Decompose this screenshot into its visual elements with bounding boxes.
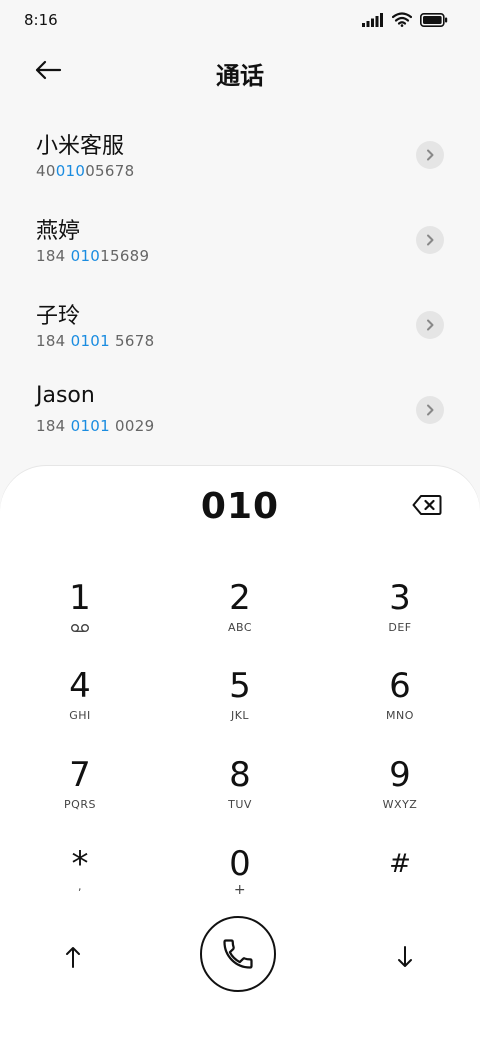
header: 通话 xyxy=(0,48,480,92)
number-prefix: 184 xyxy=(36,417,71,435)
number-match: 010 xyxy=(55,162,86,180)
number-suffix: 15689 xyxy=(100,247,150,265)
status-time: 8:16 xyxy=(24,11,58,29)
contact-name: Jason xyxy=(36,383,95,408)
key-digit: 7 xyxy=(69,755,91,795)
number-suffix: 0029 xyxy=(109,417,155,435)
number-suffix: 05678 xyxy=(85,162,135,180)
contact-item[interactable]: 小米客服 4001005678 xyxy=(0,124,480,209)
contact-item[interactable]: 燕婷 184 01015689 xyxy=(0,209,480,294)
key-digit: 1 xyxy=(69,578,91,618)
key-1[interactable]: 1 xyxy=(30,578,130,656)
contact-number: 184 0101 0029 xyxy=(36,417,154,435)
battery-icon xyxy=(420,12,448,27)
key-letters: WXYZ xyxy=(382,798,418,811)
key-7[interactable]: 7 PQRS xyxy=(30,755,130,833)
key-8[interactable]: 8 TUV xyxy=(190,755,290,833)
number-match: 0101 xyxy=(70,417,110,435)
chevron-right-icon xyxy=(427,319,434,331)
page-title: 通话 xyxy=(216,62,264,90)
key-digit: 2 xyxy=(229,578,251,618)
phone-icon xyxy=(223,939,253,969)
contact-name: 小米客服 xyxy=(36,134,125,159)
key-letters: , xyxy=(78,880,82,893)
arrow-up-icon xyxy=(66,947,80,968)
call-action-row xyxy=(0,916,480,998)
contact-detail-button[interactable] xyxy=(416,311,444,339)
key-4[interactable]: 4 GHI xyxy=(30,666,130,744)
key-0[interactable]: 0 + xyxy=(190,844,290,922)
contact-name: 子玲 xyxy=(36,304,81,329)
key-digit: # xyxy=(389,849,411,879)
status-bar: 8:16 xyxy=(0,0,480,40)
key-letters: GHI xyxy=(69,709,91,722)
key-digit: 8 xyxy=(229,755,251,795)
call-button[interactable] xyxy=(200,916,276,992)
number-match: 010 xyxy=(70,247,101,265)
contact-number: 184 0101 5678 xyxy=(36,332,154,350)
contact-number: 4001005678 xyxy=(36,162,134,180)
key-hash[interactable]: # xyxy=(350,844,450,922)
chevron-right-icon xyxy=(427,234,434,246)
contact-number: 184 01015689 xyxy=(36,247,149,265)
contact-item[interactable]: 子玲 184 0101 5678 xyxy=(0,294,480,379)
key-letters: JKL xyxy=(230,709,250,722)
key-letters: + xyxy=(233,882,247,898)
dialed-number-display: 010 xyxy=(200,486,280,527)
key-letters: DEF xyxy=(388,621,412,634)
key-letters: MNO xyxy=(386,709,414,722)
contact-detail-button[interactable] xyxy=(416,396,444,424)
key-9[interactable]: 9 WXYZ xyxy=(350,755,450,833)
key-digit: 0 xyxy=(229,844,251,884)
contact-name: 燕婷 xyxy=(36,219,81,244)
contact-detail-button[interactable] xyxy=(416,141,444,169)
key-digit: 9 xyxy=(389,755,411,795)
key-digit: 4 xyxy=(69,666,91,706)
dialpad-panel: 010 1 2 ABC 3 DEF 4 GHI 5 JKL 6 MNO 7 PQ… xyxy=(0,466,480,1040)
key-star[interactable]: * , xyxy=(30,844,130,922)
number-suffix: 5678 xyxy=(109,332,155,350)
backspace-button[interactable] xyxy=(412,494,442,518)
contact-detail-button[interactable] xyxy=(416,226,444,254)
scroll-down-button[interactable] xyxy=(390,942,420,972)
key-digit: 6 xyxy=(389,666,411,706)
wifi-icon xyxy=(392,12,412,27)
status-icons xyxy=(362,12,448,27)
scroll-up-button[interactable] xyxy=(58,942,88,972)
number-match: 0101 xyxy=(70,332,110,350)
contact-suggestion-list: 小米客服 4001005678 燕婷 184 01015689 子玲 184 0… xyxy=(0,124,480,464)
chevron-right-icon xyxy=(427,149,434,161)
arrow-down-icon xyxy=(398,946,412,967)
key-letters: ABC xyxy=(227,621,253,634)
signal-icon xyxy=(362,12,383,27)
key-letters: PQRS xyxy=(64,798,96,811)
key-digit: 5 xyxy=(229,666,251,706)
key-6[interactable]: 6 MNO xyxy=(350,666,450,744)
number-prefix: 184 xyxy=(36,247,71,265)
number-prefix: 40 xyxy=(36,162,56,180)
key-digit: 3 xyxy=(389,578,411,618)
key-digit: * xyxy=(71,844,89,884)
key-letters: TUV xyxy=(228,798,252,811)
contact-item[interactable]: Jason 184 0101 0029 xyxy=(0,379,480,464)
voicemail-icon xyxy=(71,624,89,632)
backspace-icon xyxy=(412,495,442,515)
key-2[interactable]: 2 ABC xyxy=(190,578,290,656)
chevron-right-icon xyxy=(427,404,434,416)
key-5[interactable]: 5 JKL xyxy=(190,666,290,744)
number-prefix: 184 xyxy=(36,332,71,350)
key-3[interactable]: 3 DEF xyxy=(350,578,450,656)
